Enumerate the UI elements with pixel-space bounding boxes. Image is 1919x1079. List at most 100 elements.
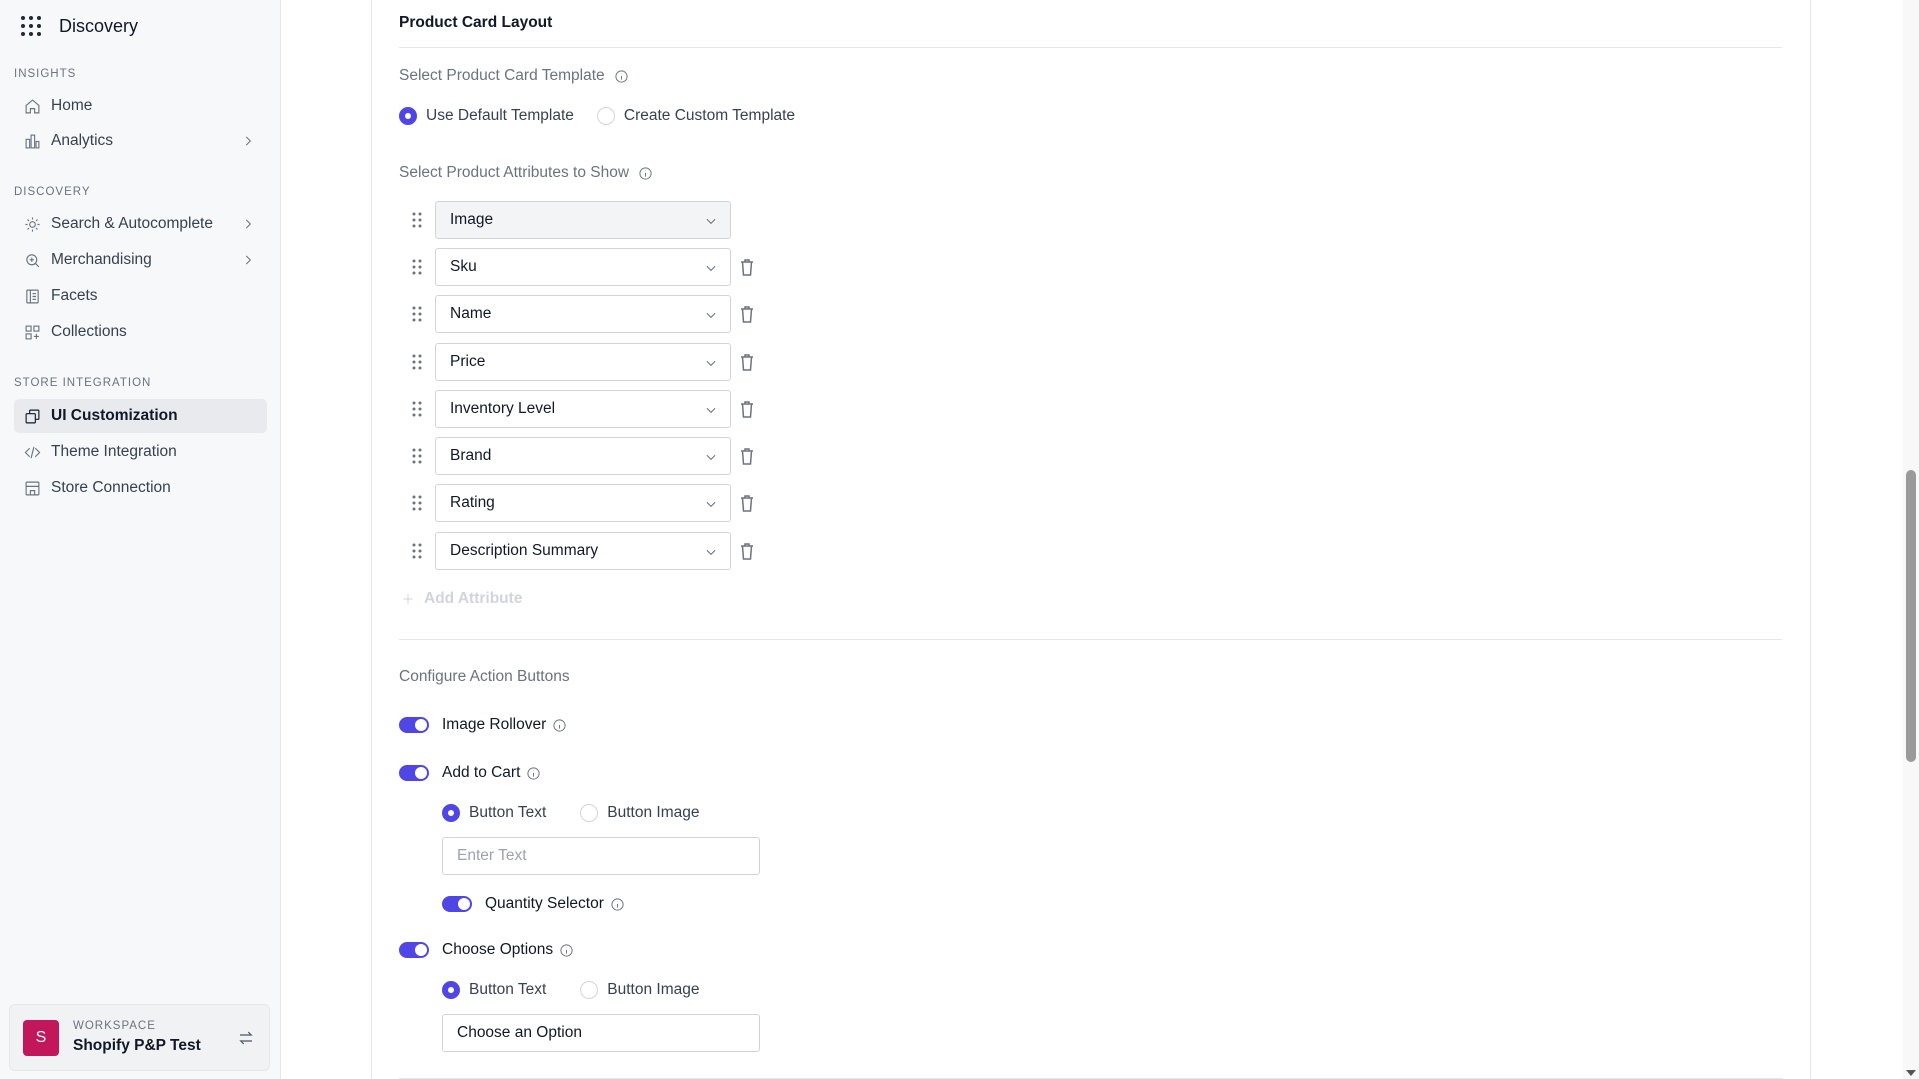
info-icon[interactable]	[638, 166, 653, 181]
drag-handle-icon[interactable]	[399, 532, 435, 570]
switch-arrows-icon[interactable]	[237, 1029, 255, 1047]
attribute-select[interactable]: Inventory Level	[435, 390, 731, 428]
drag-handle-icon[interactable]	[399, 248, 435, 286]
radio-default-template[interactable]: Use Default Template	[399, 107, 574, 125]
trash-icon[interactable]	[739, 494, 755, 512]
sidebar-item-label: Analytics	[51, 132, 114, 149]
radio-label: Button Image	[607, 981, 700, 998]
trash-icon[interactable]	[739, 258, 755, 276]
radio-label: Button Text	[469, 981, 547, 998]
sidebar-item-collections[interactable]: Collections	[14, 315, 267, 349]
info-icon[interactable]	[610, 897, 625, 912]
sidebar-item-label: Theme Integration	[51, 443, 177, 460]
attribute-row-sku: Sku	[399, 248, 755, 286]
attribute-select[interactable]: Image	[435, 201, 731, 239]
attribute-row-brand: Brand	[399, 437, 755, 475]
merchandising-icon	[24, 252, 41, 269]
attribute-select[interactable]: Rating	[435, 484, 731, 522]
info-icon[interactable]	[552, 718, 567, 733]
chevron-down-icon	[704, 403, 718, 417]
chevron-down-icon	[704, 261, 718, 275]
scrollbar-thumb[interactable]	[1906, 470, 1916, 762]
trash-icon[interactable]	[739, 447, 755, 465]
choose-options-text-input[interactable]: Choose an Option	[442, 1014, 760, 1052]
info-icon[interactable]	[526, 766, 541, 781]
attribute-select[interactable]: Brand	[435, 437, 731, 475]
sidebar-item-merchandising[interactable]: Merchandising	[14, 243, 267, 277]
radio-dot[interactable]	[399, 107, 417, 125]
add-attribute-label: Add Attribute	[424, 590, 523, 607]
image-rollover-toggle[interactable]	[399, 717, 429, 733]
attribute-select[interactable]: Sku	[435, 248, 731, 286]
attribute-select[interactable]: Name	[435, 295, 731, 333]
drag-handle-icon[interactable]	[399, 390, 435, 428]
attribute-row-inventory-level: Inventory Level	[399, 390, 755, 428]
workspace-label: WORKSPACE	[73, 1020, 156, 1032]
drag-handle-icon[interactable]	[399, 437, 435, 475]
sidebar-item-analytics[interactable]: Analytics	[14, 124, 267, 158]
home-icon	[24, 98, 41, 115]
sidebar-item-ui-customization[interactable]: UI Customization	[14, 399, 267, 433]
sidebar-item-label: Store Connection	[51, 479, 171, 496]
attribute-select[interactable]: Description Summary	[435, 532, 731, 570]
sidebar-item-label: UI Customization	[51, 407, 178, 424]
radio-dot[interactable]	[580, 804, 599, 822]
quantity-selector-toggle[interactable]	[442, 896, 472, 912]
scrollbar[interactable]	[1903, 0, 1919, 1079]
trash-icon[interactable]	[739, 353, 755, 371]
chevron-down-icon	[704, 497, 718, 511]
radio-label: Use Default Template	[426, 107, 574, 124]
brand[interactable]: Discovery	[21, 14, 138, 38]
radio-button-text[interactable]: Button Text	[442, 981, 546, 999]
section-label-store-integration: STORE INTEGRATION	[14, 377, 152, 389]
add-to-cart-row: Add to Cart	[399, 764, 541, 782]
drag-handle-icon[interactable]	[399, 484, 435, 522]
sidebar-item-label: Collections	[51, 323, 127, 340]
workspace-switcher[interactable]: S WORKSPACE Shopify P&P Test	[9, 1004, 270, 1071]
chevron-down-icon	[704, 356, 718, 370]
attribute-select[interactable]: Price	[435, 343, 731, 381]
attribute-row-price: Price	[399, 343, 755, 381]
attribute-value: Image	[450, 211, 494, 228]
add-to-cart-toggle[interactable]	[399, 765, 429, 781]
trash-icon[interactable]	[739, 400, 755, 418]
drag-handle-icon[interactable]	[399, 295, 435, 333]
sidebar-item-theme-integration[interactable]: Theme Integration	[14, 435, 267, 469]
facets-icon	[24, 288, 41, 305]
trash-icon[interactable]	[739, 542, 755, 560]
radio-custom-template[interactable]: Create Custom Template	[596, 107, 795, 125]
sidebar-item-label: Search & Autocomplete	[51, 215, 213, 232]
attribute-value: Name	[450, 305, 492, 322]
chevron-down-icon	[704, 545, 718, 559]
choose-options-toggle[interactable]	[399, 942, 429, 958]
trash-icon[interactable]	[739, 305, 755, 323]
divider	[399, 639, 1782, 640]
sidebar-item-home[interactable]: Home	[14, 89, 267, 123]
add-to-cart-text-input[interactable]: Enter Text	[442, 837, 760, 875]
apps-grid-icon[interactable]	[21, 16, 41, 36]
radio-dot[interactable]	[442, 981, 460, 999]
sidebar-item-store-connection[interactable]: Store Connection	[14, 471, 267, 505]
drag-handle-icon[interactable]	[399, 201, 435, 239]
sidebar-item-label: Home	[51, 97, 93, 114]
radio-button-image[interactable]: Button Image	[580, 804, 699, 822]
radio-label: Button Text	[469, 804, 547, 821]
scroll-down-arrow-icon[interactable]	[1906, 1070, 1916, 1076]
add-attribute-button[interactable]: Add Attribute	[401, 590, 522, 608]
info-icon[interactable]	[559, 943, 574, 958]
sidebar-item-search-autocomplete[interactable]: Search & Autocomplete	[14, 207, 267, 241]
radio-button-text[interactable]: Button Text	[442, 804, 546, 822]
drag-handle-icon[interactable]	[399, 343, 435, 381]
radio-dot[interactable]	[596, 107, 615, 125]
template-radio-group: Use Default Template Create Custom Templ…	[399, 107, 815, 125]
search-autocomplete-icon	[24, 216, 41, 233]
section-label-insights: INSIGHTS	[14, 68, 77, 80]
radio-button-image[interactable]: Button Image	[580, 981, 699, 999]
info-icon[interactable]	[614, 69, 629, 84]
quantity-selector-row: Quantity Selector	[442, 895, 625, 913]
template-label-text: Select Product Card Template	[399, 67, 605, 84]
chevron-right-icon	[241, 253, 255, 267]
radio-dot[interactable]	[580, 981, 599, 999]
sidebar-item-facets[interactable]: Facets	[14, 279, 267, 313]
radio-dot[interactable]	[442, 804, 460, 822]
